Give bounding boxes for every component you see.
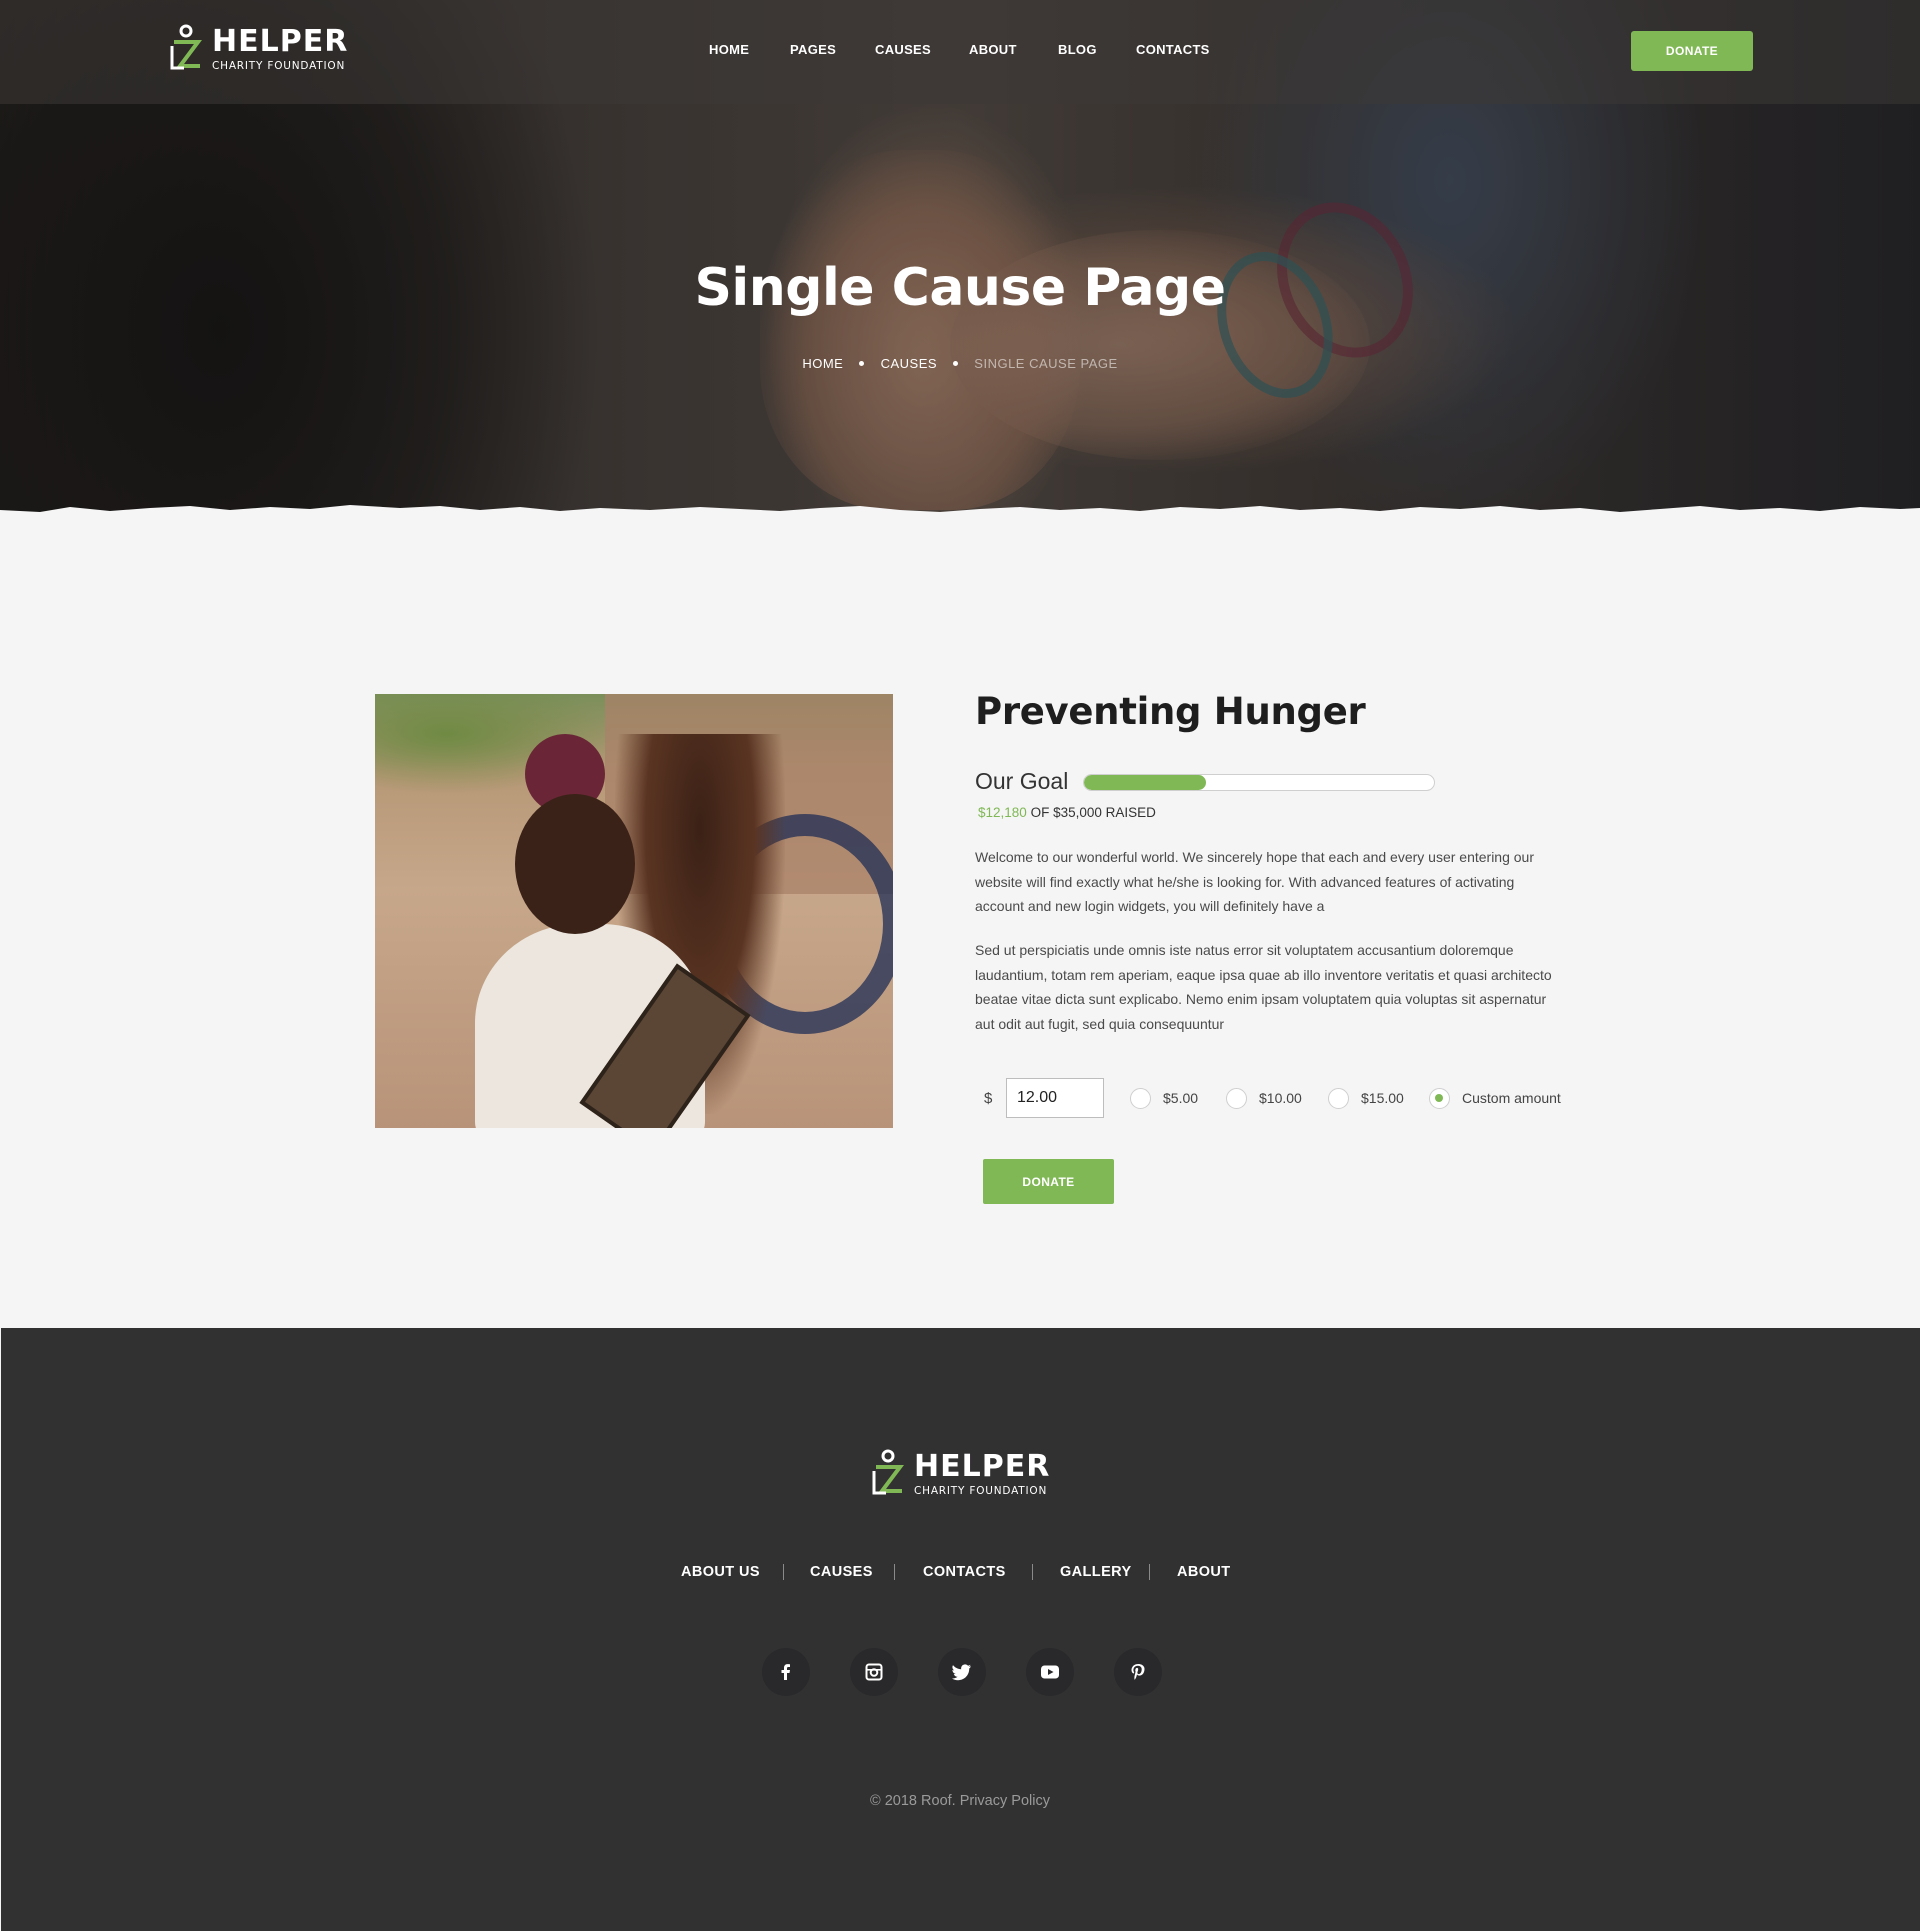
amount-option-5-radio[interactable]	[1130, 1088, 1151, 1109]
footer-logo[interactable]: HELPER CHARITY FOUNDATION	[868, 1449, 1050, 1499]
nav-item-causes[interactable]: CAUSES	[875, 42, 931, 57]
pinterest-icon[interactable]	[1114, 1648, 1162, 1696]
torn-paper-edge	[0, 505, 1920, 548]
goal-progress-bar	[1083, 774, 1435, 791]
footer-link-separator	[894, 1564, 895, 1580]
nav-item-home[interactable]: HOME	[709, 42, 749, 57]
footer-link-gallery[interactable]: GALLERY	[1060, 1564, 1132, 1580]
breadcrumb-current: SINGLE CAUSE PAGE	[974, 356, 1118, 371]
goal-label: Our Goal	[975, 768, 1069, 794]
copyright-text: © 2018 Roof. Privacy Policy	[870, 1793, 1050, 1809]
logo-title: HELPER	[212, 23, 349, 59]
facebook-icon[interactable]	[762, 1648, 810, 1696]
amount-option-custom-radio[interactable]	[1429, 1088, 1450, 1109]
breadcrumb-separator	[859, 361, 865, 367]
helper-logo-icon	[170, 24, 202, 70]
nav-item-contacts[interactable]: CONTACTS	[1136, 42, 1210, 57]
breadcrumb: HOME CAUSES SINGLE CAUSE PAGE	[0, 356, 1920, 371]
cause-image	[375, 694, 893, 1128]
breadcrumb-home[interactable]: HOME	[802, 356, 843, 371]
footer-link-separator	[1032, 1564, 1033, 1580]
amount-option-label[interactable]: $10.00	[1259, 1090, 1302, 1106]
logo-tagline: CHARITY FOUNDATION	[914, 1484, 1048, 1497]
raised-amount: $12,180	[978, 805, 1027, 820]
youtube-icon[interactable]	[1026, 1648, 1074, 1696]
goal-progress-fill	[1084, 775, 1206, 790]
raised-target: OF $35,000 RAISED	[1030, 805, 1156, 820]
donation-amount-input[interactable]: 12.00	[1006, 1078, 1104, 1118]
footer-link-separator	[1149, 1564, 1150, 1580]
amount-option-10-radio[interactable]	[1226, 1088, 1247, 1109]
logo-tagline: CHARITY FOUNDATION	[212, 59, 346, 72]
amount-option-label[interactable]: $15.00	[1361, 1090, 1404, 1106]
twitter-icon[interactable]	[938, 1648, 986, 1696]
cause-description: Sed ut perspiciatis unde omnis iste natu…	[975, 942, 1552, 1032]
header-logo[interactable]: HELPER CHARITY FOUNDATION	[166, 24, 348, 74]
footer-link-contacts[interactable]: CONTACTS	[923, 1564, 1006, 1580]
currency-symbol: $	[984, 1090, 993, 1107]
nav-item-pages[interactable]: PAGES	[790, 42, 836, 57]
logo-title: HELPER	[914, 1448, 1051, 1484]
page-title: Single Cause Page	[694, 258, 1226, 318]
helper-logo-icon	[872, 1449, 904, 1495]
amount-option-label[interactable]: Custom amount	[1462, 1090, 1561, 1106]
cause-title: Preventing Hunger	[975, 690, 1366, 733]
amount-option-label[interactable]: $5.00	[1163, 1090, 1198, 1106]
footer-nav: ABOUT US CAUSES CONTACTS GALLERY ABOUT	[0, 1564, 1920, 1584]
breadcrumb-causes[interactable]: CAUSES	[881, 356, 937, 371]
amount-option-15-radio[interactable]	[1328, 1088, 1349, 1109]
footer-link-about[interactable]: ABOUT	[1177, 1564, 1231, 1580]
header-donate-button[interactable]: DONATE	[1631, 31, 1753, 71]
cause-description: Welcome to our wonderful world. We since…	[975, 849, 1535, 914]
nav-item-blog[interactable]: BLOG	[1058, 42, 1097, 57]
footer-link-about-us[interactable]: ABOUT US	[681, 1564, 760, 1580]
photo-girl-head	[515, 794, 635, 934]
breadcrumb-separator	[953, 361, 959, 367]
donate-button[interactable]: DONATE	[983, 1159, 1114, 1204]
footer-link-separator	[783, 1564, 784, 1580]
instagram-icon[interactable]	[850, 1648, 898, 1696]
nav-item-about[interactable]: ABOUT	[969, 42, 1017, 57]
raised-summary: $12,180 OF $35,000 RAISED	[978, 805, 1156, 820]
footer-link-causes[interactable]: CAUSES	[810, 1564, 873, 1580]
footer	[1, 1328, 1920, 1931]
